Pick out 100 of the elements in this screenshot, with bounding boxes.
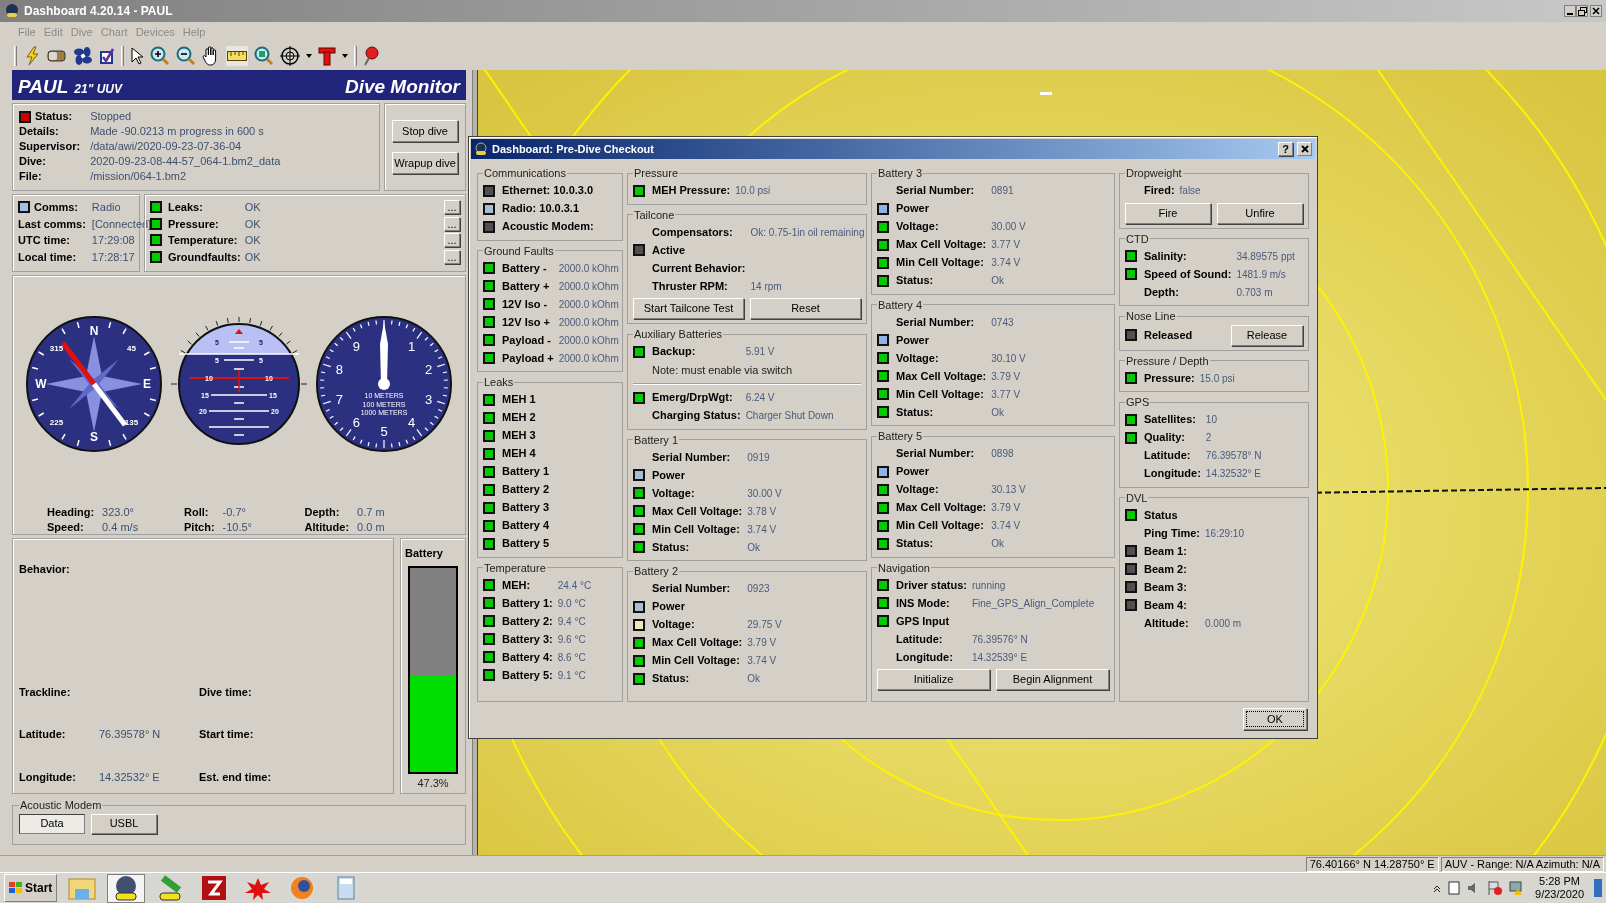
field-value: 30.13 V [991, 483, 1027, 497]
field-value: 3.74 V [991, 519, 1022, 533]
details-button[interactable]: ... [444, 249, 460, 264]
action-button[interactable]: Begin Alignment [996, 669, 1109, 690]
field-value: 0891 [991, 184, 1015, 198]
field-value: 15.0 psi [1199, 371, 1236, 386]
compass-label: 315 [49, 343, 63, 353]
field-value: 9.4 °C [557, 614, 587, 629]
reading-label: Pitch: [184, 520, 215, 534]
dial-number: 2 [425, 362, 433, 378]
field-label: Driver status: [896, 577, 967, 593]
field-label: Battery + [502, 278, 551, 294]
field-label: Trackline: [19, 684, 72, 700]
cursor-coordinates: 76.40166° N 14.28750° E [1305, 856, 1439, 872]
field-label: Charging Status: [652, 408, 741, 424]
field-label: Power [896, 464, 930, 480]
field-label: Fired: [1144, 183, 1175, 199]
field-label: Min Cell Voltage: [652, 653, 741, 669]
field-label: Details: [19, 124, 59, 140]
field-label: MEH 4 [502, 446, 537, 462]
field-value: 0898 [991, 447, 1015, 461]
field-label: Battery 4 [502, 518, 550, 534]
field-label: Last comms: [18, 216, 86, 232]
group-title: GPS [1125, 395, 1151, 410]
field-label: Start time: [199, 727, 255, 742]
dial-number: 3 [425, 391, 433, 407]
field-label: Status: [896, 273, 935, 289]
reading-label: Heading: [47, 505, 95, 519]
field-label: Battery 4: [502, 649, 553, 665]
note-text: Note: must enable via switch [652, 362, 793, 378]
dial-number: 5 [380, 424, 388, 439]
dive-button[interactable]: Wrapup dive [392, 152, 458, 174]
field-value: 14.32539° E [971, 650, 1029, 665]
group-title: Tailcone [633, 207, 676, 223]
field-value: 2000.0 kOhm [558, 333, 619, 348]
dial-number: 1 [408, 339, 416, 354]
action-button[interactable]: Unfire [1217, 202, 1303, 224]
field-label: Behavior: [19, 562, 71, 577]
field-label: Battery 1: [502, 595, 553, 611]
field-label: Serial Number: [652, 449, 732, 465]
field-label: Beam 1: [1144, 543, 1188, 559]
details-button[interactable]: ... [444, 216, 460, 231]
ok-button[interactable]: OK [1243, 708, 1307, 730]
reading-value: 323.0° [102, 505, 135, 519]
field-value: Radio [91, 200, 122, 215]
field-value: 3.77 V [991, 387, 1022, 402]
dive-button[interactable]: Stop dive [392, 120, 458, 142]
field-label: Status: [35, 109, 73, 125]
reading-label: Altitude: [304, 520, 350, 534]
action-button[interactable]: Fire [1125, 202, 1211, 224]
field-label: Max Cell Voltage: [896, 500, 987, 516]
group-title: Navigation [877, 560, 931, 576]
field-label: Acoustic Modem: [502, 219, 594, 235]
field-label: Active [652, 242, 687, 258]
field-value: 2000.0 kOhm [558, 315, 619, 330]
group-title: Battery 4 [877, 297, 924, 313]
details-button[interactable]: ... [444, 200, 460, 215]
field-label: Salinity: [1144, 248, 1188, 264]
field-value: OK [244, 200, 262, 215]
field-label: Status: [896, 404, 935, 420]
field-label: Radio: 10.0.3.1 [502, 201, 581, 217]
field-label: Battery 3 [502, 500, 550, 516]
field-label: MEH 3 [502, 428, 537, 444]
field-value: 2 [1205, 431, 1213, 445]
action-button[interactable]: Initialize [877, 669, 990, 690]
panel-title: Dive Monitor [344, 75, 460, 99]
field-label: Dive: [19, 154, 46, 170]
help-button[interactable]: ? [1278, 142, 1293, 156]
group-title: Ground Faults [483, 243, 555, 259]
action-button[interactable]: Reset [750, 298, 861, 319]
clock-time: 5:28 PM [1539, 875, 1580, 888]
release-button[interactable]: Release [1231, 324, 1303, 346]
field-value: 3.74 V [991, 256, 1022, 270]
field-label: INS Mode: [896, 595, 951, 611]
details-button[interactable]: ... [444, 233, 460, 248]
field-label: Serial Number: [896, 183, 976, 199]
field-value: 9.1 °C [557, 668, 587, 683]
field-label: Max Cell Voltage: [896, 237, 987, 253]
field-value: /mission/064-1.bm2 [90, 169, 188, 184]
start-button[interactable]: Start [4, 874, 58, 902]
field-value: 3.78 V [747, 504, 778, 519]
field-label: Longitude: [896, 649, 954, 665]
field-label: Longitude: [1144, 466, 1201, 482]
field-value: 10.0 psi [735, 184, 772, 198]
group-title: Battery 5 [877, 429, 924, 444]
action-button[interactable]: Start Tailcone Test [633, 298, 744, 319]
field-label: Battery 1 [502, 464, 550, 480]
field-value: 0919 [747, 450, 771, 465]
compass-label: E [142, 377, 151, 391]
field-value: 0.000 m [1205, 616, 1243, 631]
field-label: Voltage: [652, 485, 696, 501]
modem-mode-tab[interactable]: Data [19, 813, 85, 834]
group-title: Acoustic Modem [19, 798, 103, 813]
field-value: 0743 [991, 315, 1015, 330]
field-label: Supervisor: [19, 139, 81, 155]
field-label: 12V Iso - [502, 296, 549, 312]
field-value: 16:29:10 [1205, 526, 1245, 541]
field-value: Ok [747, 540, 762, 555]
modem-mode-tab[interactable]: USBL [91, 813, 157, 834]
field-label: Current Behavior: [652, 260, 746, 276]
